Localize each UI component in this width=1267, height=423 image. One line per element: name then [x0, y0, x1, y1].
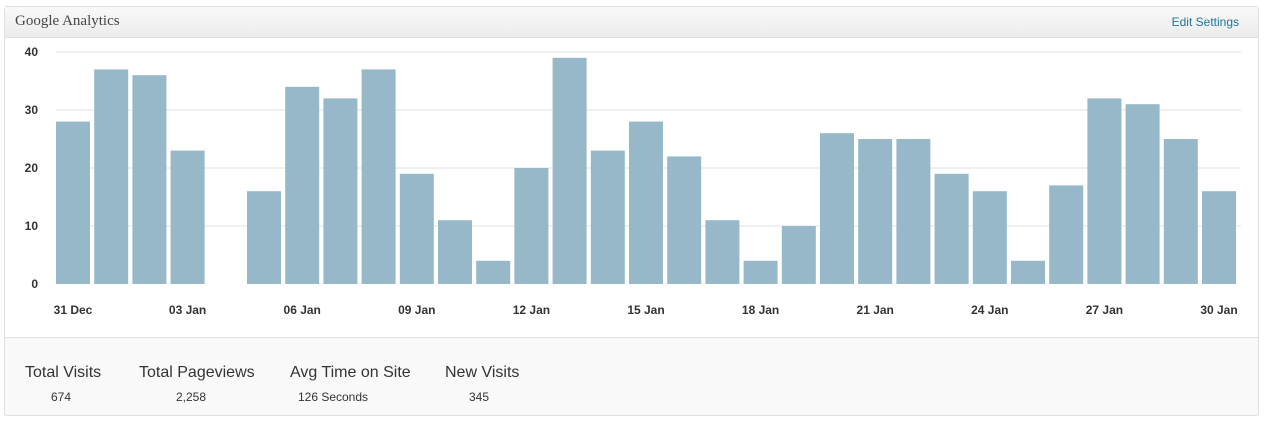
- bar: [705, 220, 740, 284]
- stat-avg-time-on-site: Avg Time on Site 126 Seconds: [290, 364, 411, 404]
- bar: [590, 150, 625, 284]
- x-tick-label: 09 Jan: [398, 303, 435, 317]
- y-tick-label: 40: [25, 45, 39, 59]
- widget-header: Google Analytics Edit Settings: [5, 7, 1258, 38]
- bar: [1011, 260, 1045, 284]
- bar: [743, 260, 778, 284]
- stat-value: 126 Seconds: [297, 390, 369, 404]
- bar: [285, 86, 320, 284]
- bar: [361, 69, 396, 285]
- bar: [323, 98, 358, 285]
- stat-value: 345: [468, 390, 490, 404]
- y-tick-label: 10: [25, 219, 39, 233]
- bar: [972, 191, 1007, 284]
- bar: [476, 260, 511, 284]
- y-tick-label: 20: [25, 161, 39, 175]
- x-tick-label: 31 Dec: [54, 303, 93, 317]
- stat-new-visits: New Visits 345: [445, 364, 520, 404]
- bar: [934, 173, 969, 284]
- bar: [896, 139, 931, 284]
- visits-bar-chart: 0 10 20 30 40 31 Dec 03 Jan 06 Jan 09 Jan 12 Jan 1…: [25, 45, 1241, 317]
- bar: [629, 121, 663, 284]
- stat-value: 674: [50, 390, 72, 404]
- bar: [1163, 139, 1198, 284]
- edit-settings-link[interactable]: Edit Settings: [1172, 15, 1239, 29]
- bar: [94, 69, 129, 285]
- bar: [858, 139, 893, 284]
- bar: [514, 168, 549, 284]
- bar: [438, 220, 472, 284]
- bar: [247, 191, 281, 284]
- stat-label: Avg Time on Site: [290, 364, 411, 381]
- x-tick-label: 21 Jan: [857, 303, 894, 317]
- chart-area: 0 10 20 30 40 31 Dec 03 Jan 06 Jan 09 Jan 12 Jan 1…: [5, 38, 1258, 338]
- x-tick-label: 24 Jan: [971, 303, 1008, 317]
- x-tick-label: 27 Jan: [1086, 303, 1123, 317]
- stat-value: 2,258: [175, 390, 207, 404]
- bar: [667, 156, 702, 284]
- x-tick-label: 30 Jan: [1200, 303, 1237, 317]
- bar: [399, 173, 434, 284]
- bar: [56, 121, 90, 284]
- stat-total-pageviews: Total Pageviews 2,258: [139, 364, 255, 404]
- bar: [552, 57, 587, 284]
- bar: [781, 226, 816, 284]
- x-tick-label: 12 Jan: [513, 303, 550, 317]
- google-analytics-widget: Google Analytics Edit Settings 0 10 20 30 40…: [4, 6, 1259, 416]
- stats-panel: Total Visits 674 Total Pageviews 2,258 A…: [5, 338, 1258, 415]
- bar: [820, 133, 854, 284]
- bar: [170, 150, 205, 284]
- x-tick-label: 18 Jan: [742, 303, 779, 317]
- bar: [1125, 104, 1160, 284]
- bar: [1049, 185, 1084, 284]
- y-tick-label: 0: [31, 277, 38, 291]
- stat-label: Total Pageviews: [139, 364, 255, 381]
- x-tick-label: 15 Jan: [627, 303, 664, 317]
- x-tick-label: 06 Jan: [284, 303, 321, 317]
- x-tick-label: 03 Jan: [169, 303, 206, 317]
- stat-total-visits: Total Visits 674: [25, 364, 102, 404]
- bar: [1087, 98, 1122, 285]
- bar: [132, 75, 167, 284]
- stat-label: Total Visits: [25, 364, 102, 381]
- bar: [1202, 191, 1236, 284]
- widget-title: Google Analytics: [15, 13, 120, 29]
- stat-label: New Visits: [445, 364, 520, 381]
- y-tick-label: 30: [25, 103, 39, 117]
